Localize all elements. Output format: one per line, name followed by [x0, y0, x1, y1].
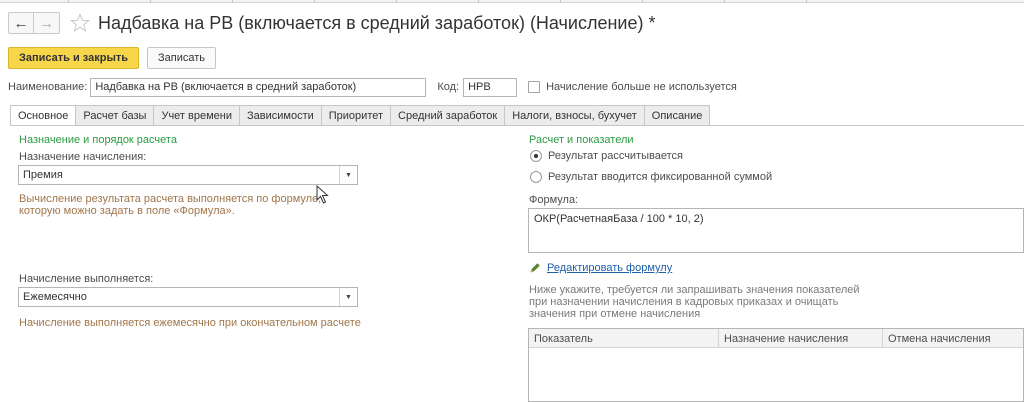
strip-divider: [560, 0, 561, 3]
indicators-table[interactable]: Показатель Назначение начисления Отмена …: [528, 328, 1024, 402]
purpose-label: Назначение начисления:: [19, 151, 147, 163]
radio-calculated[interactable]: [530, 150, 542, 162]
periodicity-note: Начисление выполняется ежемесячно при ок…: [19, 317, 361, 329]
mouse-cursor-icon: [316, 185, 329, 204]
formula-label: Формула:: [529, 194, 579, 206]
pencil-icon: [530, 263, 540, 273]
dropdown-arrow-icon[interactable]: ▼: [339, 166, 357, 184]
strip-divider: [232, 0, 233, 3]
header-row: Наименование: Надбавка на РВ (включается…: [8, 77, 737, 97]
purpose-note: Вычисление результата расчета выполняетс…: [19, 193, 339, 217]
purpose-section-title: Назначение и порядок расчета: [19, 134, 177, 146]
code-input[interactable]: НРВ: [463, 77, 518, 97]
top-strip: [0, 0, 1024, 3]
table-header: Показатель Назначение начисления Отмена …: [529, 329, 1023, 348]
forward-button[interactable]: →: [34, 12, 60, 34]
arrow-right-icon: →: [39, 14, 54, 32]
periodicity-label: Начисление выполняется:: [19, 273, 154, 285]
radio-fixed[interactable]: [530, 171, 542, 183]
radio-calculated-label: Результат рассчитывается: [548, 150, 683, 162]
tab-dependencies[interactable]: Зависимости: [240, 105, 322, 126]
arrow-left-icon: ←: [13, 14, 29, 32]
column-header-indicator[interactable]: Показатель: [529, 329, 719, 348]
radio-fixed-label: Результат вводится фиксированной суммой: [548, 171, 773, 183]
purpose-value: Премия: [23, 169, 63, 181]
code-label: Код:: [437, 81, 460, 93]
star-icon[interactable]: [70, 13, 90, 33]
edit-formula-row[interactable]: Редактировать формулу: [529, 262, 672, 274]
periodicity-value: Ежемесячно: [23, 291, 87, 303]
strip-divider: [642, 0, 643, 3]
unused-label: Начисление больше не используется: [546, 81, 737, 93]
tab-main[interactable]: Основное: [10, 105, 77, 126]
tab-base-calculation[interactable]: Расчет базы: [76, 105, 155, 126]
name-label: Наименование:: [8, 81, 88, 93]
back-button[interactable]: ←: [8, 12, 34, 34]
indicators-note-line: при назначении начисления в кадровых при…: [529, 296, 839, 308]
command-bar: Записать и закрыть Записать: [8, 47, 217, 69]
radio-calculated-row[interactable]: Результат рассчитывается: [530, 150, 683, 162]
tab-bar: Основное Расчет базы Учет времени Зависи…: [10, 105, 711, 126]
strip-divider: [806, 0, 807, 3]
strip-divider: [314, 0, 315, 3]
tab-divider: [10, 125, 1024, 126]
formula-input[interactable]: ОКР(РасчетнаяБаза / 100 * 10, 2): [528, 208, 1024, 253]
edit-formula-link[interactable]: Редактировать формулу: [547, 262, 672, 274]
name-input[interactable]: Надбавка на РВ (включается в средний зар…: [90, 77, 427, 97]
save-button[interactable]: Записать: [147, 47, 217, 69]
strip-divider: [396, 0, 397, 3]
purpose-note-line: которую можно задать в поле «Формула».: [19, 205, 235, 217]
tab-average-earnings[interactable]: Средний заработок: [391, 105, 506, 126]
indicators-note: Ниже укажите, требуется ли запрашивать з…: [529, 284, 929, 320]
radio-fixed-row[interactable]: Результат вводится фиксированной суммой: [530, 171, 772, 183]
tab-taxes[interactable]: Налоги, взносы, бухучет: [505, 105, 645, 126]
purpose-select[interactable]: Премия ▼: [18, 165, 358, 185]
unused-checkbox[interactable]: [528, 81, 541, 93]
strip-divider: [68, 0, 69, 3]
save-and-close-button[interactable]: Записать и закрыть: [8, 47, 140, 69]
purpose-note-line: Вычисление результата расчета выполняетс…: [19, 193, 322, 205]
strip-divider: [724, 0, 725, 3]
tab-priority[interactable]: Приоритет: [321, 105, 392, 126]
strip-divider: [150, 0, 151, 3]
tab-description[interactable]: Описание: [644, 105, 711, 126]
indicators-note-line: значения при отмене начисления: [529, 308, 701, 320]
indicators-note-line: Ниже укажите, требуется ли запрашивать з…: [529, 284, 860, 296]
periodicity-select[interactable]: Ежемесячно ▼: [18, 287, 358, 307]
tab-time-accounting[interactable]: Учет времени: [154, 105, 240, 126]
calc-section-title: Расчет и показатели: [529, 134, 634, 146]
dropdown-arrow-icon[interactable]: ▼: [339, 288, 357, 306]
column-header-assignment[interactable]: Назначение начисления: [719, 329, 883, 348]
title-bar: ← → Надбавка на РВ (включается в средний…: [8, 10, 656, 36]
window-title: Надбавка на РВ (включается в средний зар…: [98, 12, 656, 33]
strip-divider: [478, 0, 479, 3]
column-header-cancellation[interactable]: Отмена начисления: [883, 329, 1023, 348]
